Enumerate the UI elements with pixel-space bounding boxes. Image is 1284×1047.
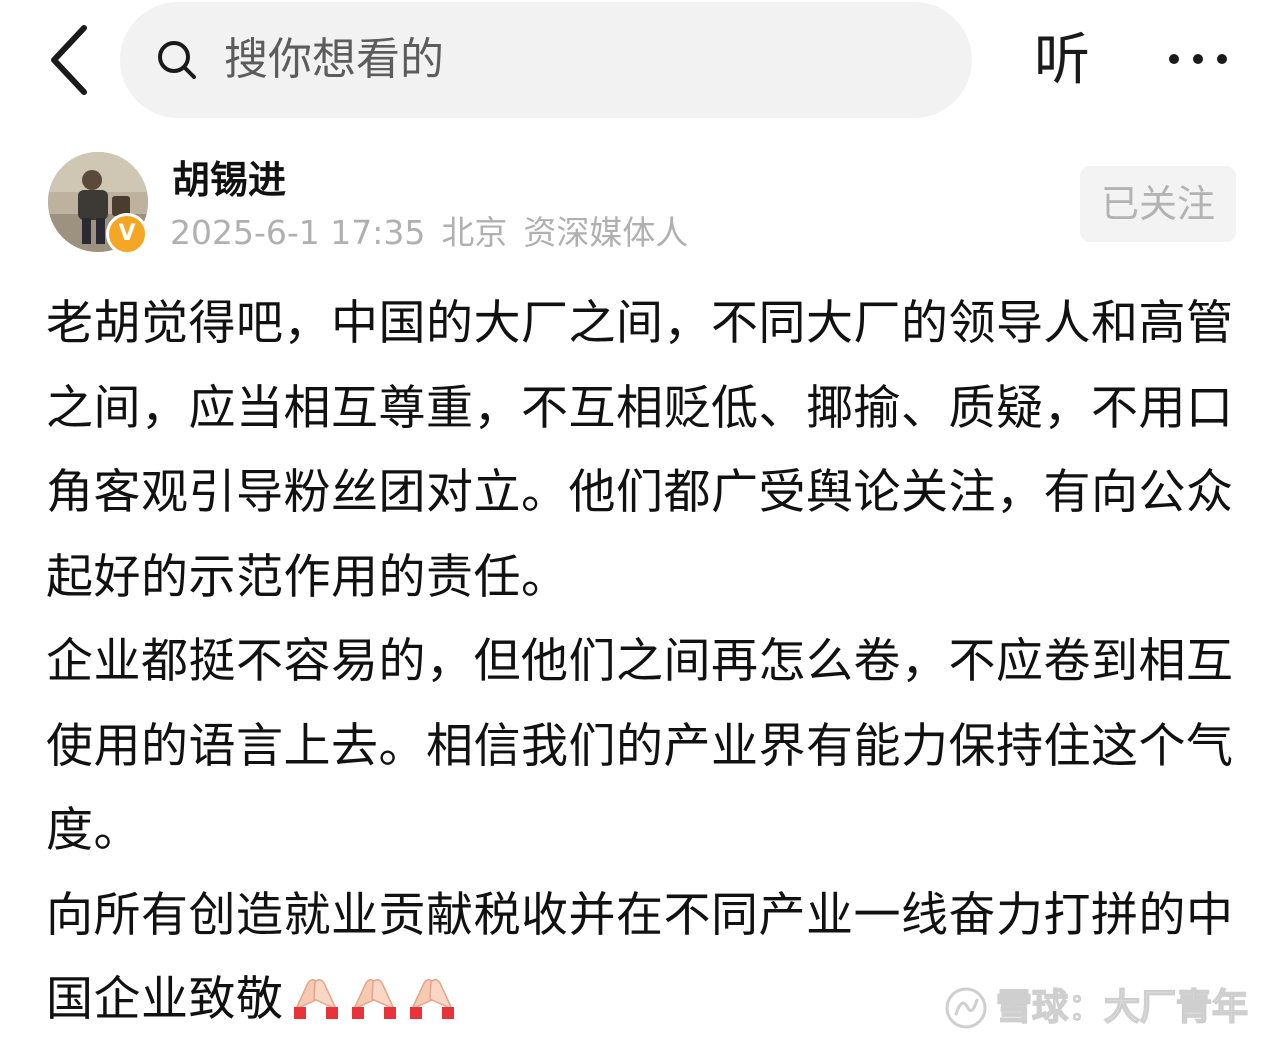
folded-hands-icon [293, 979, 338, 1019]
post-body: 老胡觉得吧，中国的大厂之间，不同大厂的领导人和高管之间，应当相互尊重，不互相贬低… [46, 282, 1246, 1047]
post-location: 北京 [441, 213, 508, 252]
search-placeholder: 搜你想看的 [224, 34, 444, 85]
watermark-text: 雪球：大厂青年 [995, 986, 1249, 1029]
author-title: 资深媒体人 [523, 213, 689, 252]
search-icon [158, 41, 196, 79]
author-meta: 2025-6-1 17:35 北京 资深媒体人 [170, 212, 704, 254]
follow-button[interactable]: 已关注 [1080, 166, 1236, 242]
post-timestamp: 2025-6-1 17:35 [170, 213, 426, 252]
folded-hands-icon [409, 979, 454, 1019]
verified-badge: V [106, 213, 148, 255]
emoji-row [284, 964, 458, 1047]
more-button[interactable] [1166, 42, 1230, 76]
post-paragraph: 企业都挺不容易的，但他们之间再怎么卷，不应卷到相互使用的语言上去。相信我们的产业… [46, 634, 1234, 858]
listen-button[interactable]: 听 [1034, 30, 1090, 92]
xueqiu-logo-icon [945, 987, 987, 1029]
author-name[interactable]: 胡锡进 [172, 156, 286, 204]
folded-hands-icon [351, 979, 396, 1019]
chevron-left-icon [51, 25, 87, 95]
back-button[interactable] [40, 22, 104, 98]
watermark: 雪球：大厂青年 [944, 982, 1264, 1034]
more-dots-icon [1169, 54, 1227, 64]
top-bar: 搜你想看的 听 [0, 0, 1284, 120]
search-input[interactable]: 搜你想看的 [120, 2, 972, 118]
post-detail-page: 搜你想看的 听 V 胡锡进 2025-6-1 17:35 北京 资深媒体人 已关注 [0, 0, 1284, 1047]
post-paragraph: 老胡觉得吧，中国的大厂之间，不同大厂的领导人和高管之间，应当相互尊重，不互相贬低… [46, 296, 1234, 605]
